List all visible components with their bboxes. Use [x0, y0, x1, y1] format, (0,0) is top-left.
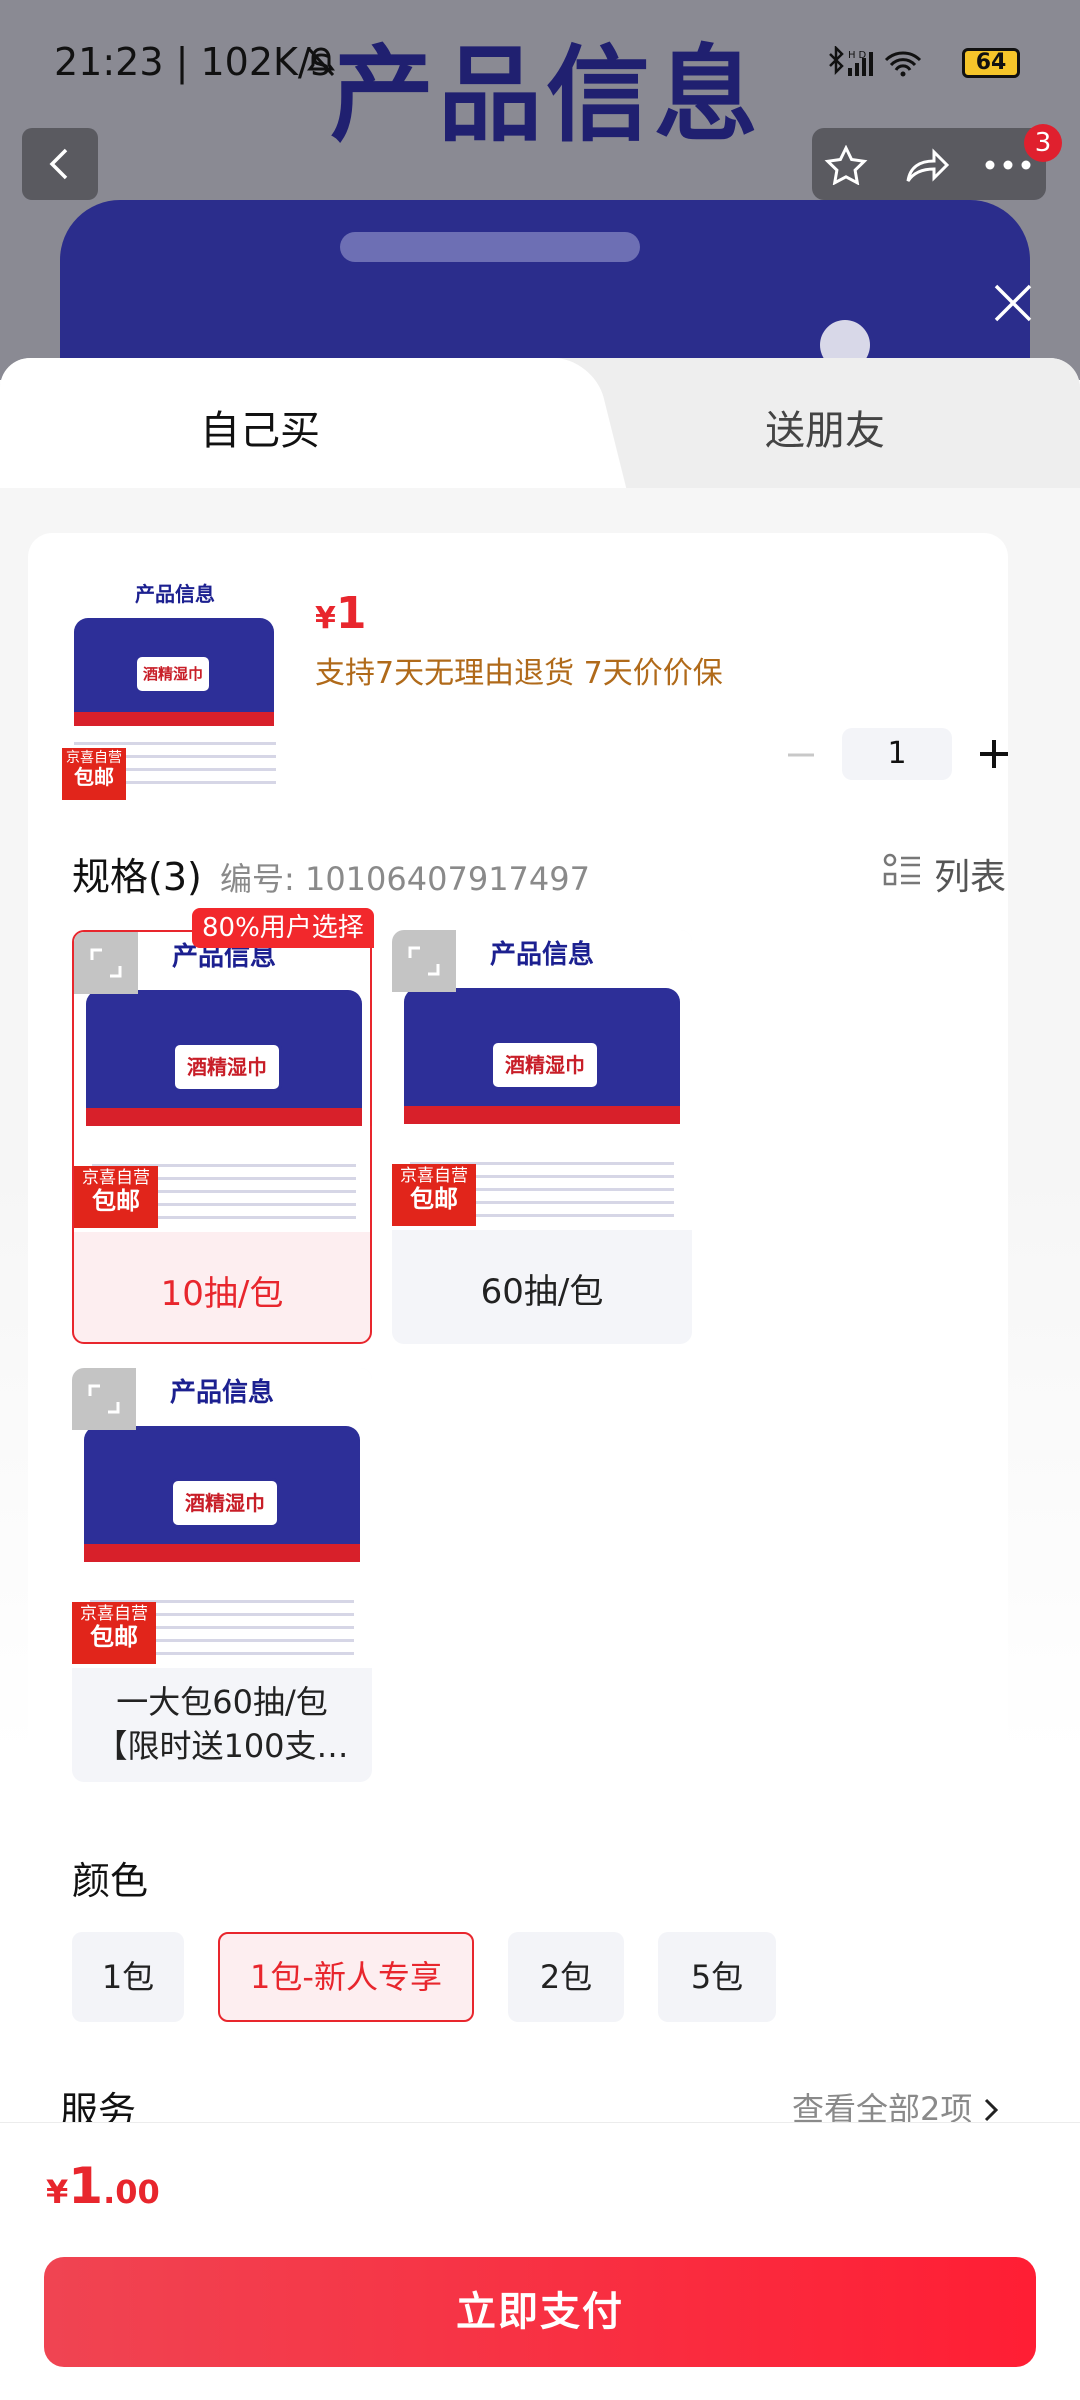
status-time: 21:23 | 102K/s	[54, 40, 331, 84]
status-bar: 21:23 | 102K/s HD 64	[0, 0, 1080, 120]
thumb-stripe	[86, 1108, 362, 1126]
jx-self-run-tag: 京喜自营 包邮	[72, 1602, 156, 1664]
thumb-label: 酒精湿巾	[172, 1042, 282, 1092]
close-icon[interactable]	[990, 280, 1036, 326]
expand-icon[interactable]	[74, 932, 138, 994]
expand-icon[interactable]	[392, 930, 456, 992]
tag-top-text: 京喜自营	[82, 1168, 150, 1188]
tag-top-text: 京喜自营	[66, 750, 122, 766]
spec-title: 规格(3)	[72, 855, 202, 899]
color-option-2pack[interactable]: 2包	[508, 1932, 624, 2022]
product-thumbnail[interactable]: 产品信息 酒精湿巾 京喜自营 包邮	[60, 570, 290, 800]
color-option-1pack[interactable]: 1包	[72, 1932, 184, 2022]
tag-bottom-text: 包邮	[74, 765, 114, 790]
unit-price: ¥1	[315, 588, 367, 639]
chevron-left-icon	[49, 148, 68, 180]
bluetooth-signal-wifi-icon: HD	[829, 44, 922, 77]
thumb-title: 产品信息	[135, 582, 215, 606]
price-value: 1	[335, 588, 367, 639]
list-label: 列表	[934, 857, 1007, 898]
plus-icon[interactable]	[978, 738, 1010, 770]
spec-option-image: 产品信息 酒精湿巾 京喜自营 包邮	[392, 930, 692, 1230]
total-price: ¥1.00	[46, 2157, 160, 2215]
hero-pack-band	[340, 232, 640, 262]
total-dec: .00	[103, 2173, 160, 2211]
tag-top-text: 京喜自营	[400, 1166, 468, 1186]
tag-bottom-text: 包邮	[90, 1622, 138, 1651]
spec-code: 编号: 10106407917497	[220, 860, 590, 898]
thumb-stripe	[404, 1106, 680, 1124]
signal-wifi-icons: HD	[826, 44, 936, 86]
thumb-label: 酒精湿巾	[170, 1478, 280, 1528]
price-currency: ¥	[315, 601, 336, 636]
battery-indicator: 64	[962, 48, 1020, 78]
star-icon[interactable]	[824, 145, 868, 185]
quantity-input[interactable]: 1	[842, 728, 952, 780]
svg-text:HD: HD	[848, 50, 869, 61]
spec-option-image: 产品信息 酒精湿巾 京喜自营 包邮	[72, 1368, 372, 1668]
total-int: 1	[68, 2157, 104, 2215]
list-icon	[883, 853, 920, 886]
spec-option-big-pack[interactable]: 产品信息 酒精湿巾 京喜自营 包邮 一大包60抽/包【限时送100支…	[72, 1368, 372, 1782]
back-button[interactable]	[22, 128, 98, 200]
chevron-right-icon	[985, 2098, 999, 2122]
spec-option-label: 60抽/包	[480, 1272, 604, 1312]
thumb-label: 酒精湿巾	[490, 1040, 600, 1090]
checkout-footer: ¥1.00 立即支付	[0, 2122, 1080, 2400]
expand-icon[interactable]	[72, 1368, 136, 1430]
tab-send-friend-label: 送朋友	[765, 408, 885, 454]
color-section-title: 颜色	[72, 1859, 149, 1903]
total-currency: ¥	[46, 2173, 69, 2211]
tag-top-text: 京喜自营	[80, 1604, 148, 1624]
notification-badge: 3	[1024, 124, 1062, 162]
spec-option-60[interactable]: 产品信息 酒精湿巾 京喜自营 包邮 60抽/包	[392, 930, 692, 1344]
spec-option-image: 产品信息 酒精湿巾 京喜自营 包邮	[74, 932, 370, 1232]
jx-self-run-tag: 京喜自营 包邮	[74, 1166, 158, 1228]
popular-choice-badge: 80%用户选择	[192, 908, 374, 948]
thumb-label: 酒精湿巾	[134, 654, 212, 694]
tag-bottom-text: 包邮	[410, 1184, 458, 1213]
pay-now-button[interactable]: 立即支付	[44, 2257, 1036, 2367]
header-actions	[812, 128, 1046, 200]
tab-buy-self-label: 自己买	[200, 408, 320, 454]
color-option-1pack-new-user[interactable]: 1包-新人专享	[218, 1932, 474, 2022]
jx-self-run-tag: 京喜自营 包邮	[62, 748, 126, 800]
thumb-stripe	[74, 712, 274, 726]
return-promise-text: 支持7天无理由退货 7天价价保	[315, 656, 723, 691]
jx-self-run-tag: 京喜自营 包邮	[392, 1164, 476, 1226]
tag-bottom-text: 包邮	[92, 1186, 140, 1215]
share-icon[interactable]	[904, 145, 950, 185]
hero-product-image	[60, 200, 1030, 380]
minus-icon[interactable]	[786, 740, 816, 770]
color-option-5pack[interactable]: 5包	[658, 1932, 776, 2022]
spec-option-10[interactable]: 产品信息 酒精湿巾 京喜自营 包邮 10抽/包	[72, 930, 372, 1344]
spec-option-label: 一大包60抽/包【限时送100支…	[95, 1683, 349, 1765]
thumb-stripe	[84, 1544, 360, 1562]
mute-bell-icon	[307, 47, 335, 77]
spec-option-label: 10抽/包	[160, 1274, 284, 1314]
